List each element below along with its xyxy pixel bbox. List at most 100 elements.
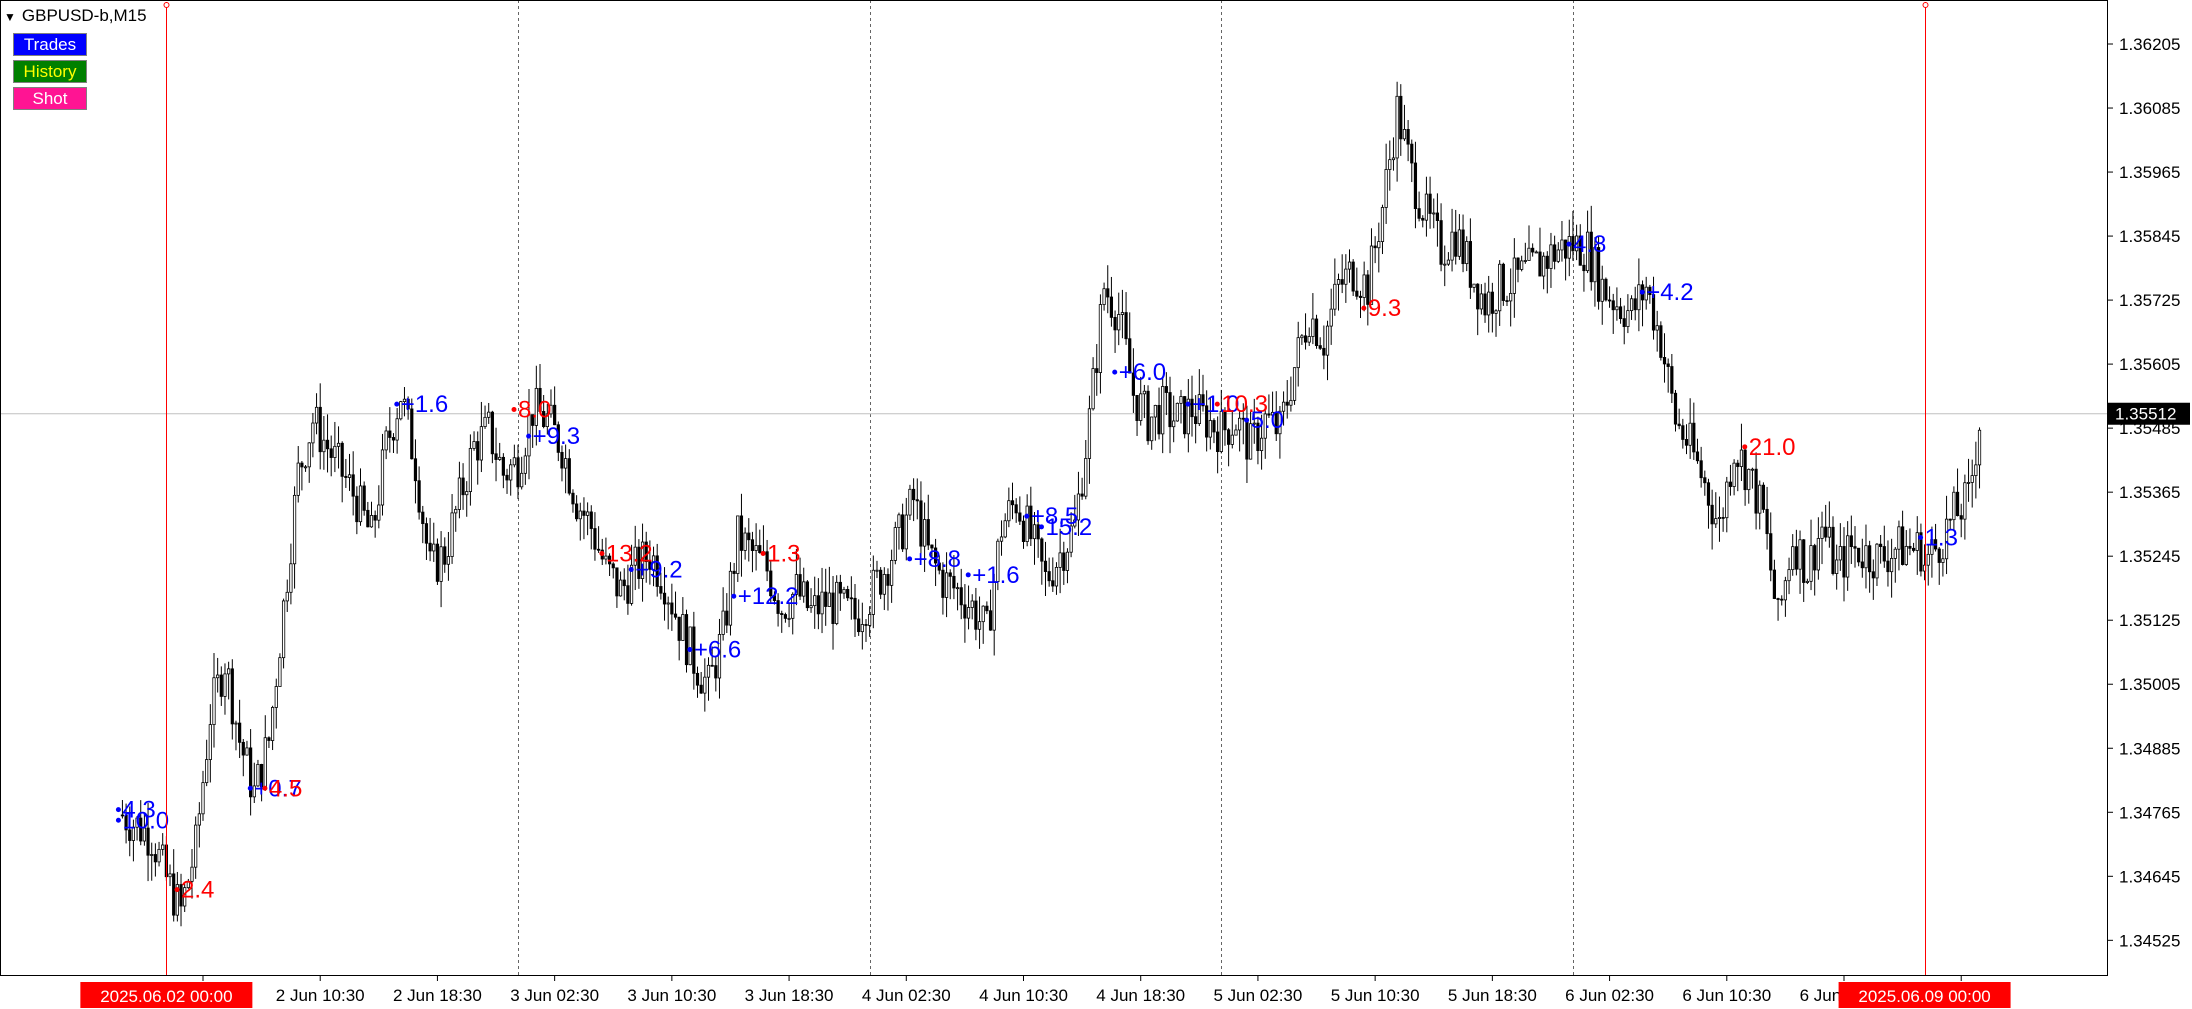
time-markers[interactable] [163, 2, 1929, 975]
dropdown-arrow-icon[interactable]: ▼ [4, 10, 16, 24]
candle-body [732, 570, 736, 574]
candle-body [1234, 429, 1238, 436]
candle-body [1139, 393, 1143, 421]
candle [300, 461, 304, 491]
candle [1886, 540, 1890, 587]
candle-body [882, 574, 886, 595]
candle [1234, 424, 1238, 436]
history-button[interactable]: History [13, 60, 87, 83]
candle [468, 434, 472, 506]
candle-body [505, 474, 509, 481]
y-tick-label: 1.36205 [2119, 35, 2180, 54]
trades-button[interactable]: Trades [13, 33, 87, 56]
candle-body [351, 474, 355, 497]
candle [435, 538, 440, 585]
candle [479, 401, 483, 473]
candle-body [1102, 288, 1106, 305]
candle [1468, 218, 1472, 299]
candle-body [824, 591, 828, 607]
candle [1703, 470, 1707, 496]
candle [1879, 534, 1883, 564]
y-tick-label: 1.34645 [2119, 867, 2180, 886]
candle [1501, 262, 1505, 306]
time-axis[interactable]: 2 Jun 02:302 Jun 10:302 Jun 18:303 Jun 0… [159, 975, 2006, 1005]
candle [1615, 287, 1619, 321]
trade-point [907, 556, 913, 562]
shot-button[interactable]: Shot [13, 87, 87, 110]
candle-body [281, 600, 286, 659]
candle-body [1637, 284, 1641, 311]
candle-body [714, 665, 718, 679]
candle [1406, 120, 1410, 162]
candle-body [706, 664, 711, 678]
candle-body [1146, 390, 1150, 442]
time-marker-handle[interactable] [1922, 2, 1929, 8]
candle-body [432, 543, 436, 552]
candle-body [1728, 481, 1733, 487]
y-tick-label: 1.35005 [2119, 675, 2180, 694]
candle [1655, 310, 1659, 352]
candle [413, 439, 418, 504]
candle [216, 657, 220, 693]
trade-label: 1.3 [767, 541, 800, 568]
candle [1351, 259, 1355, 296]
candle-body [1886, 560, 1890, 573]
candle-body [450, 512, 454, 557]
candle [344, 458, 348, 488]
candle-body [1351, 261, 1355, 292]
trade-label: 4.8 [1573, 231, 1606, 258]
trade-point [1566, 241, 1572, 247]
candle [267, 736, 271, 748]
candle [1461, 214, 1465, 273]
candle-body [230, 668, 234, 725]
candle-body [1611, 300, 1615, 311]
trade-label: 9.3 [1368, 295, 1401, 322]
candle-body [1791, 546, 1795, 571]
candle [1549, 232, 1553, 288]
price-chart[interactable]: 4.310.02.4+0.74.5+1.6 8.0+9.313.2+9.2+6.6… [0, 0, 2192, 1009]
candle [303, 465, 308, 472]
candle [1728, 464, 1733, 496]
candle [380, 433, 385, 516]
candle-body [194, 824, 198, 868]
candle [553, 386, 557, 426]
trade-label: +12.2 [738, 583, 799, 610]
price-axis[interactable]: 1.36205 1.36085 1.35965 1.35845 1.35725 1.356… [2107, 35, 2180, 950]
candle [1816, 517, 1820, 580]
y-tick-label: 1.35845 [2119, 227, 2180, 246]
candle [1677, 408, 1681, 430]
candle [959, 568, 963, 620]
candle-body [1769, 533, 1773, 571]
candle-body [1941, 558, 1945, 563]
candle-body [893, 527, 897, 561]
trade-point [174, 887, 180, 893]
candle-body [871, 569, 875, 615]
candle-body [695, 672, 700, 686]
candle [1556, 242, 1560, 264]
candle [1831, 516, 1835, 576]
candle [1974, 441, 1978, 499]
candle-body [1333, 283, 1337, 310]
candle [461, 463, 465, 510]
candle [1292, 367, 1297, 405]
candle [1827, 501, 1831, 548]
candle-body [1622, 318, 1626, 327]
candle [1699, 446, 1703, 488]
candle [813, 576, 817, 629]
candle [1600, 265, 1604, 325]
candle [1607, 286, 1612, 308]
candle [1901, 510, 1905, 566]
y-tick-label: 1.34765 [2119, 803, 2180, 822]
time-marker-handle[interactable] [163, 2, 170, 8]
candle [307, 442, 311, 483]
candle-body [1955, 491, 1960, 517]
candle-body [1058, 552, 1062, 568]
candle-body [1732, 462, 1736, 487]
trade-point [247, 785, 253, 791]
candle-body [1098, 304, 1103, 373]
x-tick-label: 5 Jun 18:30 [1448, 986, 1537, 1005]
candle-body [1600, 278, 1604, 302]
x-tick-label: 4 Jun 18:30 [1096, 986, 1185, 1005]
candle-body [1607, 299, 1612, 302]
candle-body [1446, 259, 1451, 265]
